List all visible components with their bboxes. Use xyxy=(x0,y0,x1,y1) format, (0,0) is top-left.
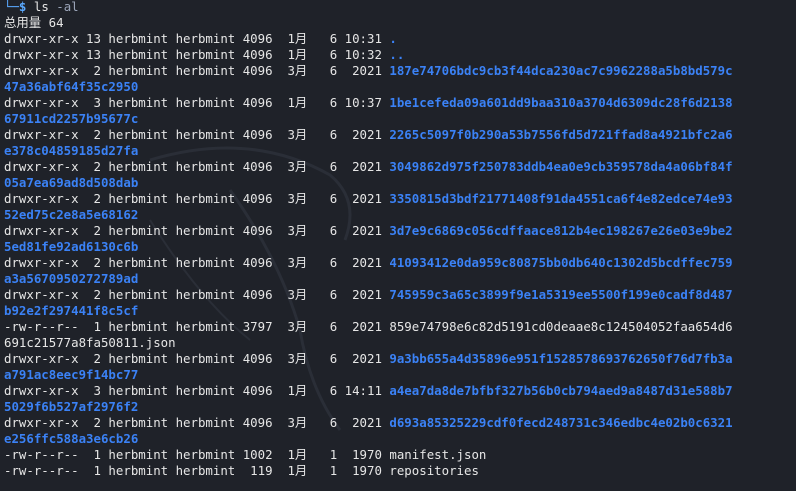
entry-meta: drwxr-xr-x 2 herbmint herbmint 4096 3月 6… xyxy=(4,191,390,206)
entry-meta: drwxr-xr-x 2 herbmint herbmint 4096 3月 6… xyxy=(4,287,390,302)
listing-row: -rw-r--r-- 1 herbmint herbmint 119 1月 1 … xyxy=(4,463,794,479)
listing-row: drwxr-xr-x 2 herbmint herbmint 4096 3月 6… xyxy=(4,223,794,239)
entry-name-continued: b92e2f297441f8c5cf xyxy=(4,303,139,318)
entry-meta: drwxr-xr-x 3 herbmint herbmint 4096 1月 6… xyxy=(4,383,390,398)
listing-row: -rw-r--r-- 1 herbmint herbmint 1002 1月 1… xyxy=(4,447,794,463)
listing-row-wrap: 5029f6b527af2976f2 xyxy=(4,399,794,415)
entry-name: 3d7e9c6869c056cdffaace812b4ec198267e26e0… xyxy=(389,223,733,238)
listing-row: drwxr-xr-x 2 herbmint herbmint 4096 3月 6… xyxy=(4,287,794,303)
listing-row: drwxr-xr-x 13 herbmint herbmint 4096 1月 … xyxy=(4,47,794,63)
listing-row: drwxr-xr-x 2 herbmint herbmint 4096 3月 6… xyxy=(4,351,794,367)
listing-row-wrap: a3a5670950272789ad xyxy=(4,271,794,287)
total-line: 总用量 64 xyxy=(4,15,64,30)
listing-row-wrap: b92e2f297441f8c5cf xyxy=(4,303,794,319)
entry-name: 9a3bb655a4d35896e951f1528578693762650f76… xyxy=(389,351,733,366)
entry-name: 745959c3a65c3899f9e1a5319ee5500f199e0cad… xyxy=(389,287,733,302)
listing-row: drwxr-xr-x 3 herbmint herbmint 4096 1月 6… xyxy=(4,95,794,111)
entry-name-continued: e378c04859185d27fa xyxy=(4,143,139,158)
listing-row-wrap: e256ffc588a3e6cb26 xyxy=(4,431,794,447)
terminal-output: └─$ ls -al 总用量 64 drwxr-xr-x 13 herbmint… xyxy=(4,0,794,479)
listing-row: drwxr-xr-x 2 herbmint herbmint 4096 3月 6… xyxy=(4,159,794,175)
entry-name: 3049862d975f250783ddb4ea0e9cb359578da4a0… xyxy=(389,159,733,174)
entry-name: repositories xyxy=(389,463,479,478)
entry-name-continued: 691c21577a8fa50811.json xyxy=(4,335,176,350)
entry-name: 3350815d3bdf21771408f91da4551ca6f4e82edc… xyxy=(389,191,733,206)
entry-meta: drwxr-xr-x 3 herbmint herbmint 4096 1月 6… xyxy=(4,95,390,110)
entry-name-continued: 5ed81fe92ad6130c6b xyxy=(4,239,139,254)
listing-row: drwxr-xr-x 2 herbmint herbmint 4096 3月 6… xyxy=(4,127,794,143)
entry-name-continued: a3a5670950272789ad xyxy=(4,271,139,286)
prompt-line: └─$ ls -al xyxy=(4,0,794,15)
entry-name: . xyxy=(389,31,397,46)
entry-meta: -rw-r--r-- 1 herbmint herbmint 119 1月 1 … xyxy=(4,463,390,478)
entry-meta: drwxr-xr-x 13 herbmint herbmint 4096 1月 … xyxy=(4,31,390,46)
command-args: -al xyxy=(56,0,79,14)
listing-row-wrap: a791ac8eec9f14bc77 xyxy=(4,367,794,383)
entry-meta: drwxr-xr-x 2 herbmint herbmint 4096 3月 6… xyxy=(4,255,390,270)
listing-row-wrap: 05a7ea69ad8d508dab xyxy=(4,175,794,191)
entry-name: manifest.json xyxy=(389,447,487,462)
entry-name-continued: 47a36abf64f35c2950 xyxy=(4,79,139,94)
entry-name: 2265c5097f0b290a53b7556fd5d721ffad8a4921… xyxy=(389,127,733,142)
entry-meta: drwxr-xr-x 2 herbmint herbmint 4096 3月 6… xyxy=(4,415,390,430)
entry-meta: drwxr-xr-x 2 herbmint herbmint 4096 3月 6… xyxy=(4,159,390,174)
entry-meta: drwxr-xr-x 2 herbmint herbmint 4096 3月 6… xyxy=(4,351,390,366)
listing-row-wrap: 691c21577a8fa50811.json xyxy=(4,335,794,351)
entry-meta: drwxr-xr-x 2 herbmint herbmint 4096 3月 6… xyxy=(4,63,390,78)
entry-name-continued: e256ffc588a3e6cb26 xyxy=(4,431,139,446)
entry-name: 859e74798e6c82d5191cd0deaae8c124504052fa… xyxy=(389,319,733,334)
listing-row-wrap: 5ed81fe92ad6130c6b xyxy=(4,239,794,255)
entry-name: d693a85325229cdf0fecd248731c346edbc4e02b… xyxy=(389,415,733,430)
entry-name: 1be1cefeda09a601dd9baa310a3704d6309dc28f… xyxy=(389,95,733,110)
listing-row: drwxr-xr-x 13 herbmint herbmint 4096 1月 … xyxy=(4,31,794,47)
entry-name-continued: 5029f6b527af2976f2 xyxy=(4,399,139,414)
listing-row: -rw-r--r-- 1 herbmint herbmint 3797 3月 6… xyxy=(4,319,794,335)
listing-row: drwxr-xr-x 2 herbmint herbmint 4096 3月 6… xyxy=(4,415,794,431)
prompt-prefix: └─ xyxy=(4,0,19,14)
entry-name-continued: 05a7ea69ad8d508dab xyxy=(4,175,139,190)
listing-row: drwxr-xr-x 3 herbmint herbmint 4096 1月 6… xyxy=(4,383,794,399)
listing-row-wrap: 47a36abf64f35c2950 xyxy=(4,79,794,95)
entry-name: a4ea7da8de7bfbf327b56b0cb794aed9a8487d31… xyxy=(389,383,733,398)
entry-meta: drwxr-xr-x 2 herbmint herbmint 4096 3月 6… xyxy=(4,127,390,142)
entry-name: .. xyxy=(389,47,405,62)
prompt-symbol: $ xyxy=(18,0,27,14)
listing-row: drwxr-xr-x 2 herbmint herbmint 4096 3月 6… xyxy=(4,191,794,207)
entry-name-continued: 67911cd2257b95677c xyxy=(4,111,139,126)
listing-row-wrap: e378c04859185d27fa xyxy=(4,143,794,159)
entry-name: 187e74706bdc9cb3f44dca230ac7c9962288a5b8… xyxy=(389,63,733,78)
entry-meta: -rw-r--r-- 1 herbmint herbmint 1002 1月 1… xyxy=(4,447,390,462)
entry-meta: drwxr-xr-x 13 herbmint herbmint 4096 1月 … xyxy=(4,47,390,62)
entry-name-continued: a791ac8eec9f14bc77 xyxy=(4,367,139,382)
entry-meta: drwxr-xr-x 2 herbmint herbmint 4096 3月 6… xyxy=(4,223,390,238)
listing-row: drwxr-xr-x 2 herbmint herbmint 4096 3月 6… xyxy=(4,255,794,271)
listing-row-wrap: 67911cd2257b95677c xyxy=(4,111,794,127)
listing-entries: drwxr-xr-x 13 herbmint herbmint 4096 1月 … xyxy=(4,31,794,479)
entry-meta: -rw-r--r-- 1 herbmint herbmint 3797 3月 6… xyxy=(4,319,390,334)
entry-name-continued: 52ed75c2e8a5e68162 xyxy=(4,207,139,222)
entry-name: 41093412e0da959c80875bb0db640c1302d5bcdf… xyxy=(389,255,733,270)
listing-row-wrap: 52ed75c2e8a5e68162 xyxy=(4,207,794,223)
listing-row: drwxr-xr-x 2 herbmint herbmint 4096 3月 6… xyxy=(4,63,794,79)
command-text: ls xyxy=(33,0,49,14)
